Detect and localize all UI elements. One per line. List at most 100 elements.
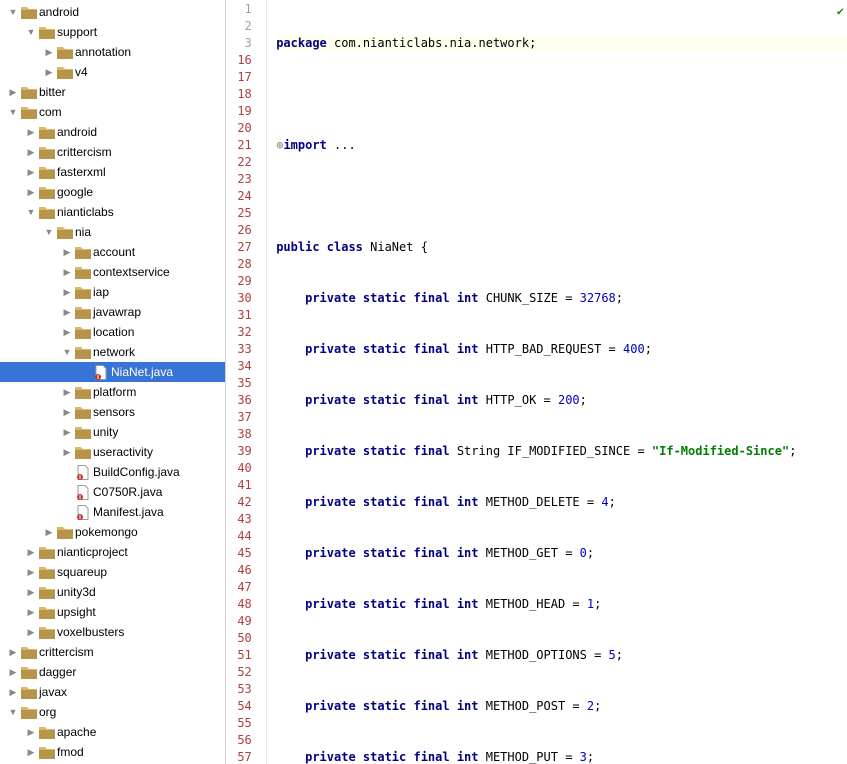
tree-item-label: NiaNet.java <box>111 365 173 379</box>
tree-item-location[interactable]: ▶location <box>0 322 225 342</box>
chevron-right-icon[interactable]: ▶ <box>6 87 20 98</box>
chevron-right-icon[interactable]: ▶ <box>24 547 38 558</box>
chevron-down-icon[interactable]: ▼ <box>6 707 20 717</box>
tree-item-c0750r-java[interactable]: C0750R.java <box>0 482 225 502</box>
chevron-down-icon[interactable]: ▼ <box>24 27 38 37</box>
tree-item-fmod[interactable]: ▶fmod <box>0 742 225 762</box>
chevron-right-icon[interactable]: ▶ <box>24 727 38 738</box>
chevron-down-icon[interactable]: ▼ <box>24 207 38 217</box>
chevron-right-icon[interactable]: ▶ <box>24 567 38 578</box>
chevron-right-icon[interactable]: ▶ <box>24 187 38 198</box>
chevron-down-icon[interactable]: ▼ <box>60 347 74 357</box>
kw: private static final int <box>305 342 478 356</box>
folder-icon <box>56 226 74 239</box>
tree-item-nianticlabs[interactable]: ▼nianticlabs <box>0 202 225 222</box>
chevron-right-icon[interactable]: ▶ <box>24 587 38 598</box>
project-tree[interactable]: ▼android▼support▶annotation▶v4 ▶ bitter ▼co… <box>0 0 226 764</box>
tree-item-google[interactable]: ▶google <box>0 182 225 202</box>
tree-item-buildconfig-java[interactable]: BuildConfig.java <box>0 462 225 482</box>
tree-item-sensors[interactable]: ▶sensors <box>0 402 225 422</box>
line-number: 33 <box>226 341 252 358</box>
tree-item-bitter[interactable]: ▶ bitter <box>0 82 225 102</box>
tree-item-useractivity[interactable]: ▶useractivity <box>0 442 225 462</box>
chevron-right-icon[interactable]: ▶ <box>24 607 38 618</box>
chevron-right-icon[interactable]: ▶ <box>24 147 38 158</box>
chevron-right-icon[interactable]: ▶ <box>60 427 74 438</box>
tree-item-pokemongo[interactable]: ▶pokemongo <box>0 522 225 542</box>
folder-icon <box>20 6 38 19</box>
tree-item-squareup[interactable]: ▶ squareup <box>0 562 225 582</box>
tree-item-unity[interactable]: ▶unity <box>0 422 225 442</box>
num: 200 <box>558 393 580 407</box>
chevron-right-icon[interactable]: ▶ <box>6 687 20 698</box>
tree-item-android[interactable]: ▼android <box>0 2 225 22</box>
code-area[interactable]: package com.nianticlabs.nia.network; ⊕im… <box>276 0 847 764</box>
chevron-right-icon[interactable]: ▶ <box>60 307 74 318</box>
chevron-right-icon[interactable]: ▶ <box>60 267 74 278</box>
chevron-down-icon[interactable]: ▼ <box>6 7 20 17</box>
chevron-right-icon[interactable]: ▶ <box>60 327 74 338</box>
tree-item-nianticproject[interactable]: ▶nianticproject <box>0 542 225 562</box>
kw: private static final int <box>305 393 478 407</box>
line-number: 21 <box>226 137 252 154</box>
chevron-right-icon[interactable]: ▶ <box>24 747 38 758</box>
tree-item-manifest-java[interactable]: Manifest.java <box>0 502 225 522</box>
scrollbar-vertical[interactable]: ✔ <box>835 1 845 764</box>
chevron-right-icon[interactable]: ▶ <box>24 167 38 178</box>
tree-item-crittercism[interactable]: ▶crittercism <box>0 642 225 662</box>
line-number: 48 <box>226 596 252 613</box>
chevron-right-icon[interactable]: ▶ <box>60 387 74 398</box>
tree-item-label: squareup <box>57 565 107 579</box>
chevron-right-icon[interactable]: ▶ <box>60 407 74 418</box>
line-number: 41 <box>226 477 252 494</box>
tree-item-upsight[interactable]: ▶upsight <box>0 602 225 622</box>
tree-item-com[interactable]: ▼com <box>0 102 225 122</box>
chevron-down-icon[interactable]: ▼ <box>42 227 56 237</box>
tree-item-v4[interactable]: ▶v4 <box>0 62 225 82</box>
tree-item-nianet-java[interactable]: NiaNet.java <box>0 362 225 382</box>
chevron-right-icon[interactable]: ▶ <box>42 47 56 58</box>
tree-item-account[interactable]: ▶account <box>0 242 225 262</box>
chevron-right-icon[interactable]: ▶ <box>60 447 74 458</box>
tree-item-fasterxml[interactable]: ▶fasterxml <box>0 162 225 182</box>
tree-item-label: C0750R.java <box>93 485 162 499</box>
tree-item-unity3d[interactable]: ▶unity3d <box>0 582 225 602</box>
tree-item-platform[interactable]: ▶platform <box>0 382 225 402</box>
tree-item-annotation[interactable]: ▶annotation <box>0 42 225 62</box>
tree-item-apache[interactable]: ▶apache <box>0 722 225 742</box>
chevron-right-icon[interactable]: ▶ <box>60 287 74 298</box>
line-number: 20 <box>226 120 252 137</box>
chevron-right-icon[interactable]: ▶ <box>42 527 56 538</box>
fold-gutter[interactable] <box>266 0 276 764</box>
folder-icon <box>38 626 56 639</box>
code-editor[interactable]: 1231617181920212223242526272829303132333… <box>226 0 847 764</box>
tree-item-dagger[interactable]: ▶dagger <box>0 662 225 682</box>
chevron-right-icon[interactable]: ▶ <box>6 647 20 658</box>
tree-item-label: bitter <box>39 85 66 99</box>
tree-item-org[interactable]: ▼org <box>0 702 225 722</box>
chevron-right-icon[interactable]: ▶ <box>42 67 56 78</box>
tree-item-javawrap[interactable]: ▶javawrap <box>0 302 225 322</box>
decl: METHOD_GET = <box>479 546 580 560</box>
folder-icon <box>38 726 56 739</box>
tree-item-network[interactable]: ▼network <box>0 342 225 362</box>
tree-item-crittercism[interactable]: ▶crittercism <box>0 142 225 162</box>
folder-icon <box>38 186 56 199</box>
tree-item-nia[interactable]: ▼nia <box>0 222 225 242</box>
folder-icon <box>74 326 92 339</box>
chevron-right-icon[interactable]: ▶ <box>24 127 38 138</box>
tree-item-voxelbusters[interactable]: ▶voxelbusters <box>0 622 225 642</box>
tree-item-iap[interactable]: ▶iap <box>0 282 225 302</box>
class-name: NiaNet { <box>363 240 428 254</box>
tree-item-android[interactable]: ▶android <box>0 122 225 142</box>
line-number: 50 <box>226 630 252 647</box>
chevron-right-icon[interactable]: ▶ <box>60 247 74 258</box>
tree-item-javax[interactable]: ▶javax <box>0 682 225 702</box>
tree-item-support[interactable]: ▼support <box>0 22 225 42</box>
chevron-down-icon[interactable]: ▼ <box>6 107 20 117</box>
folder-icon <box>38 566 56 579</box>
chevron-right-icon[interactable]: ▶ <box>6 667 20 678</box>
chevron-right-icon[interactable]: ▶ <box>24 627 38 638</box>
tree-item-contextservice[interactable]: ▶contextservice <box>0 262 225 282</box>
line-number: 53 <box>226 681 252 698</box>
